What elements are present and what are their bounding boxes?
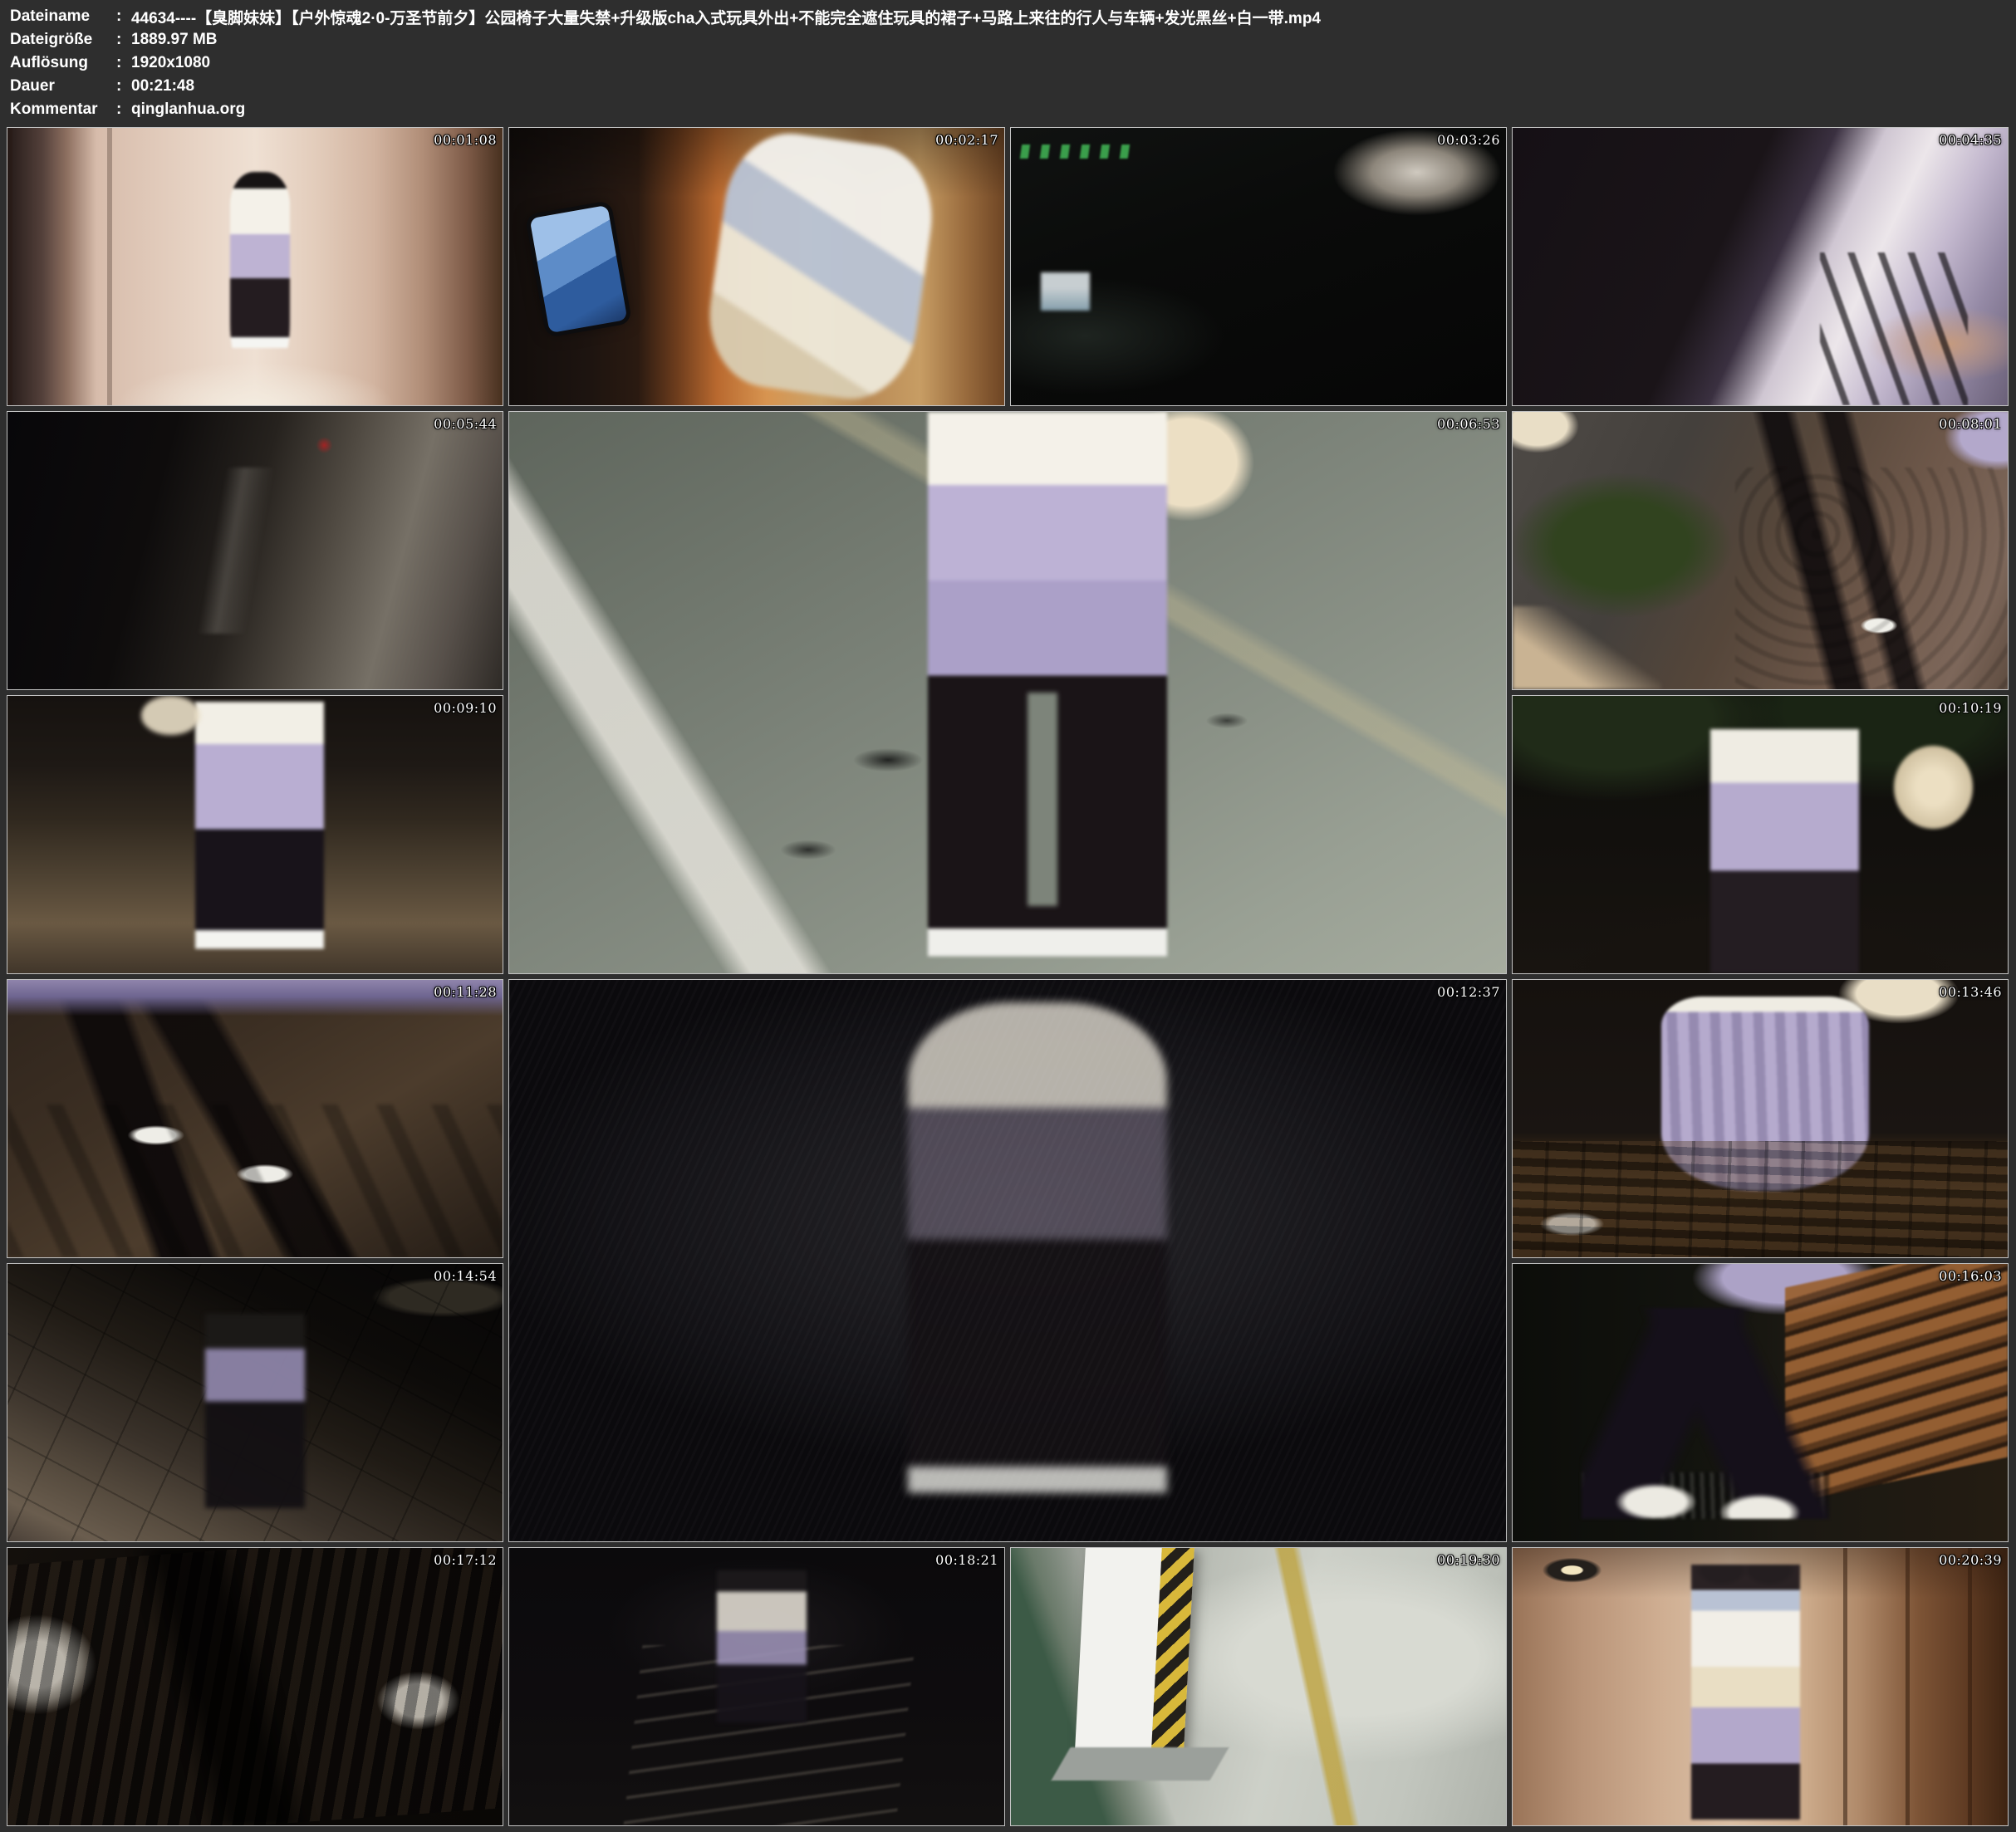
file-info-separator: :	[116, 54, 131, 72]
file-info-row: Kommentar : qinglanhua.org	[10, 98, 1321, 121]
video-thumbnail: 00:20:39	[1512, 1547, 2009, 1826]
video-thumbnail: 00:06:53	[508, 411, 1507, 974]
timestamp-overlay: 00:12:37	[1437, 984, 1500, 1000]
timestamp-overlay: 00:17:12	[434, 1552, 497, 1568]
file-info-value: 44634----【臭脚妹妹】【户外惊魂2·0-万圣节前夕】公园椅子大量失禁+升…	[131, 6, 1321, 28]
scene-image	[1011, 1548, 1506, 1825]
file-info-row: Dateigröße : 1889.97 MB	[10, 28, 1321, 51]
file-info-row: Dauer : 00:21:48	[10, 75, 1321, 98]
scene-image	[509, 128, 1004, 405]
scene-image	[1513, 696, 2008, 973]
timestamp-overlay: 00:03:26	[1437, 132, 1500, 148]
scene-image	[7, 980, 503, 1257]
scene-image	[509, 1548, 1004, 1825]
timestamp-overlay: 00:19:30	[1437, 1552, 1500, 1568]
file-info-separator: :	[116, 7, 131, 26]
timestamp-overlay: 00:18:21	[935, 1552, 998, 1568]
timestamp-overlay: 00:05:44	[434, 416, 497, 432]
file-info-header: Dateiname : 44634----【臭脚妹妹】【户外惊魂2·0-万圣节前…	[10, 5, 1321, 121]
video-thumbnail: 00:11:28	[7, 979, 503, 1258]
video-thumbnail: 00:05:44	[7, 411, 503, 690]
file-info-row: Auflösung : 1920x1080	[10, 51, 1321, 75]
video-thumbnail: 00:08:01	[1512, 411, 2009, 690]
file-info-value: 00:21:48	[131, 77, 194, 96]
timestamp-overlay: 00:01:08	[434, 132, 497, 148]
timestamp-overlay: 00:11:28	[434, 984, 497, 1000]
scene-image	[1513, 1548, 2008, 1825]
video-thumbnail: 00:09:10	[7, 695, 503, 974]
file-info-separator: :	[116, 77, 131, 96]
timestamp-overlay: 00:13:46	[1939, 984, 2002, 1000]
video-thumbnail: 00:18:21	[508, 1547, 1005, 1826]
video-thumbnail: 00:01:08	[7, 127, 503, 406]
timestamp-overlay: 00:10:19	[1939, 700, 2002, 716]
timestamp-overlay: 00:02:17	[935, 132, 998, 148]
timestamp-overlay: 00:09:10	[434, 700, 497, 716]
scene-image	[509, 980, 1506, 1541]
video-thumbnail: 00:10:19	[1512, 695, 2009, 974]
file-info-value: qinglanhua.org	[131, 100, 245, 119]
file-info-label: Dateigröße	[10, 31, 116, 49]
video-thumbnail: 00:14:54	[7, 1263, 503, 1542]
video-contact-sheet: Dateiname : 44634----【臭脚妹妹】【户外惊魂2·0-万圣节前…	[0, 0, 2016, 1832]
video-thumbnail: 00:17:12	[7, 1547, 503, 1826]
scene-image	[1513, 1264, 2008, 1541]
scene-image	[1513, 412, 2008, 689]
file-info-separator: :	[116, 31, 131, 49]
video-thumbnail: 00:12:37	[508, 979, 1507, 1542]
video-thumbnail: 00:04:35	[1512, 127, 2009, 406]
video-thumbnail: 00:19:30	[1010, 1547, 1507, 1826]
file-info-label: Kommentar	[10, 100, 116, 119]
file-info-row: Dateiname : 44634----【臭脚妹妹】【户外惊魂2·0-万圣节前…	[10, 5, 1321, 28]
file-info-label: Dateiname	[10, 7, 116, 26]
scene-image	[1513, 128, 2008, 405]
timestamp-overlay: 00:14:54	[434, 1268, 497, 1284]
scene-image	[7, 128, 503, 405]
timestamp-overlay: 00:06:53	[1437, 416, 1500, 432]
scene-image	[7, 412, 503, 689]
timestamp-overlay: 00:20:39	[1939, 1552, 2002, 1568]
thumbnail-grid: 00:01:08 00:02:17 00:03:26 00:04:35 00:0…	[7, 127, 2009, 1826]
timestamp-overlay: 00:08:01	[1939, 416, 2002, 432]
file-info-label: Dauer	[10, 77, 116, 96]
video-thumbnail: 00:16:03	[1512, 1263, 2009, 1542]
video-thumbnail: 00:03:26	[1010, 127, 1507, 406]
file-info-separator: :	[116, 100, 131, 119]
scene-image	[1011, 128, 1506, 405]
video-thumbnail: 00:13:46	[1512, 979, 2009, 1258]
video-thumbnail: 00:02:17	[508, 127, 1005, 406]
file-info-value: 1889.97 MB	[131, 31, 218, 49]
timestamp-overlay: 00:16:03	[1939, 1268, 2002, 1284]
scene-image	[1513, 980, 2008, 1257]
file-info-label: Auflösung	[10, 54, 116, 72]
file-info-value: 1920x1080	[131, 54, 210, 72]
scene-image	[7, 1548, 503, 1825]
scene-image	[7, 1264, 503, 1541]
scene-image	[509, 412, 1506, 973]
scene-image	[7, 696, 503, 973]
timestamp-overlay: 00:04:35	[1939, 132, 2002, 148]
